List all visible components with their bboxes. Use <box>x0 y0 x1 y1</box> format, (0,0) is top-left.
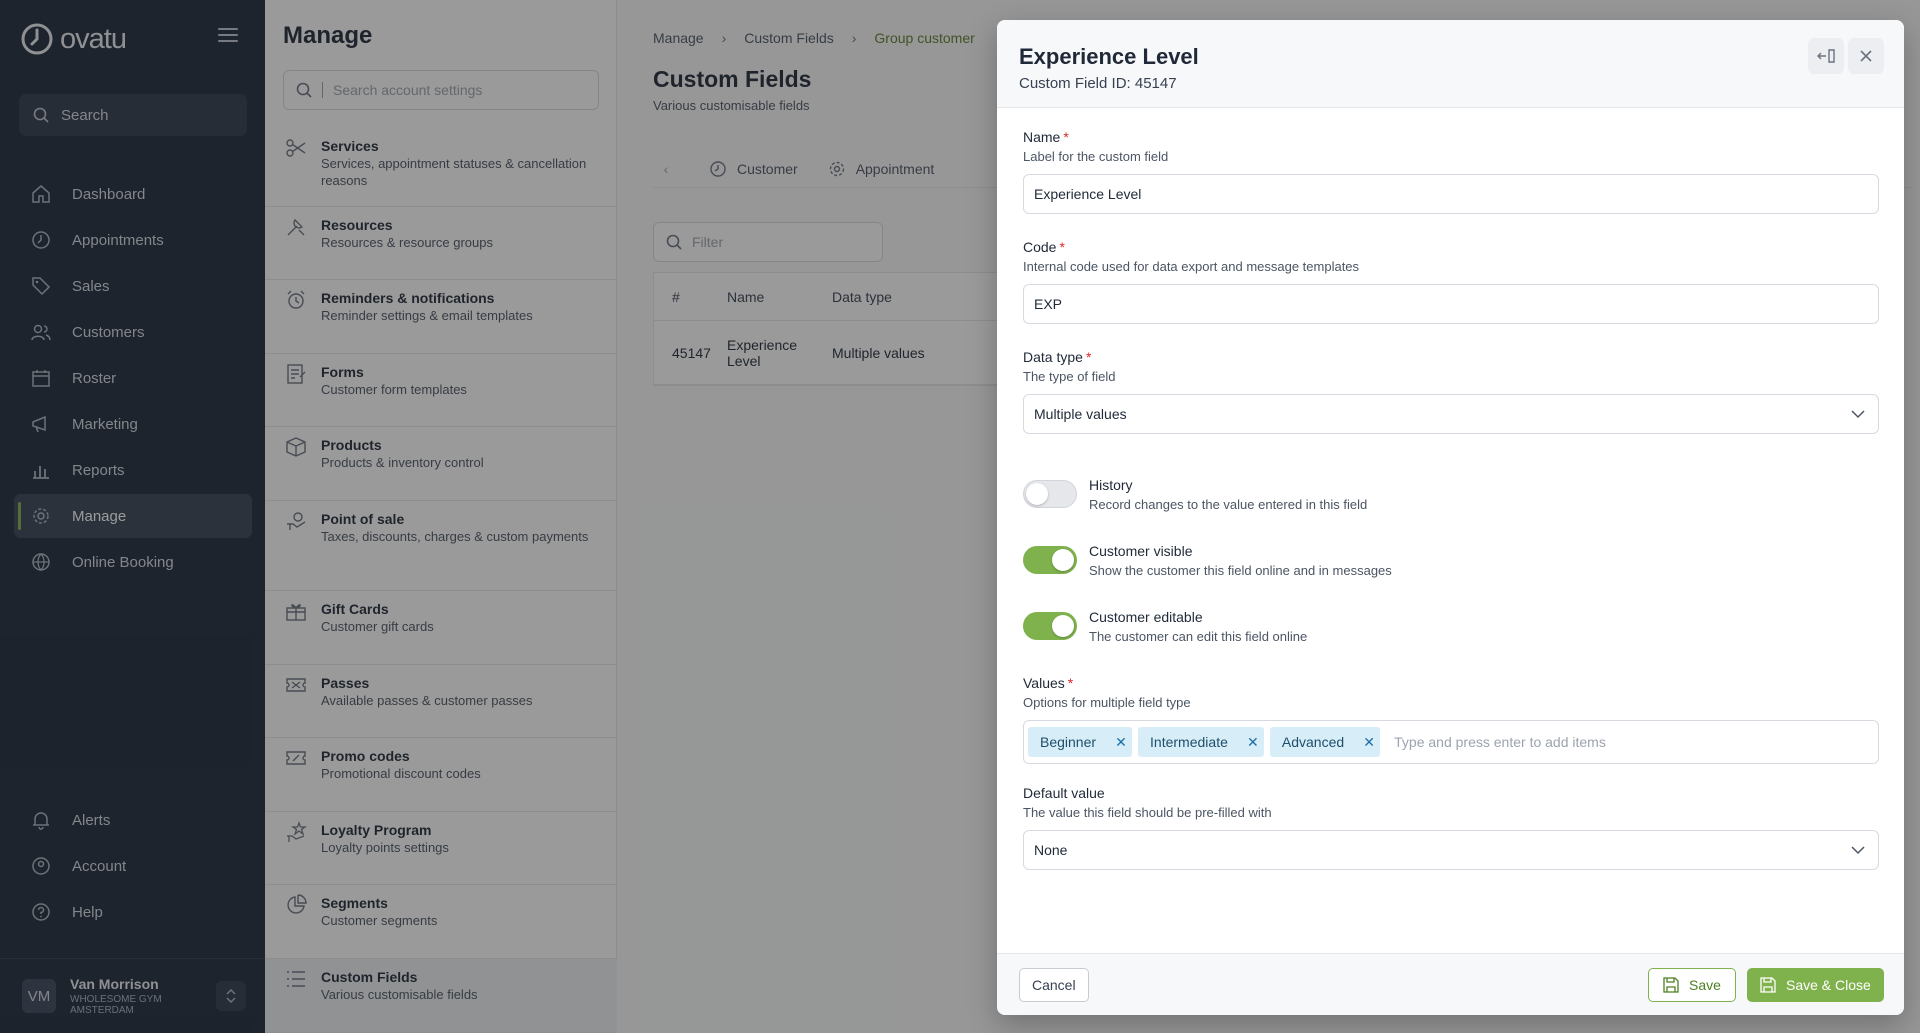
name-help: Label for the custom field <box>1023 149 1169 164</box>
default-section: Default value The value this field shoul… <box>1023 784 1879 870</box>
code-input[interactable]: EXP <box>1023 284 1879 324</box>
chevron-down-icon <box>1851 410 1865 419</box>
save-icon <box>1760 977 1776 993</box>
name-input[interactable]: Experience Level <box>1023 174 1879 214</box>
code-label: Code <box>1023 239 1057 255</box>
visible-label: Customer visible <box>1089 543 1193 559</box>
tag-item: Intermediate ✕ <box>1138 727 1264 757</box>
datatype-help: The type of field <box>1023 369 1116 384</box>
default-value-select[interactable]: None <box>1023 830 1879 870</box>
name-section: Name * Label for the custom field Experie… <box>1023 128 1879 214</box>
customer-editable-toggle[interactable] <box>1023 612 1077 640</box>
values-tag-input[interactable]: Beginner ✕ Intermediate ✕ Advanced ✕ Type a… <box>1023 720 1879 764</box>
datatype-select[interactable]: Multiple values <box>1023 394 1879 434</box>
values-section: Values * Options for multiple field type … <box>1023 674 1879 764</box>
editable-toggle-row: Customer editable The customer can edit … <box>1023 608 1879 648</box>
tag-entry-placeholder[interactable]: Type and press enter to add items <box>1394 734 1606 750</box>
chevron-down-icon <box>1851 846 1865 855</box>
datatype-value: Multiple values <box>1034 406 1127 422</box>
remove-tag-icon[interactable]: ✕ <box>1358 731 1380 753</box>
values-help: Options for multiple field type <box>1023 695 1191 710</box>
remove-tag-icon[interactable]: ✕ <box>1110 731 1132 753</box>
save-button[interactable]: Save <box>1648 968 1736 1002</box>
tag-item: Advanced ✕ <box>1269 727 1381 757</box>
save-icon <box>1663 977 1679 993</box>
required-marker: * <box>1059 239 1065 255</box>
dialog-title: Experience Level <box>1019 44 1199 69</box>
code-section: Code * Internal code used for data export… <box>1023 238 1879 324</box>
history-label: History <box>1089 477 1133 493</box>
customer-visible-toggle[interactable] <box>1023 546 1077 574</box>
visible-toggle-row: Customer visible Show the customer this … <box>1023 542 1879 582</box>
dock-panel-icon[interactable] <box>1808 38 1844 74</box>
default-value: None <box>1034 842 1068 858</box>
dialog-footer: Cancel Save Save & Close <box>997 953 1904 1015</box>
default-label: Default value <box>1023 785 1105 801</box>
history-toggle[interactable] <box>1023 480 1077 508</box>
save-and-close-button[interactable]: Save & Close <box>1747 968 1884 1002</box>
tag-item: Beginner ✕ <box>1028 727 1133 757</box>
visible-help: Show the customer this field online and … <box>1089 563 1392 578</box>
dialog-header: Experience Level Custom Field ID: 45147 <box>997 20 1904 108</box>
name-label: Name <box>1023 129 1061 145</box>
required-marker: * <box>1085 349 1092 365</box>
remove-tag-icon[interactable]: ✕ <box>1242 731 1264 753</box>
edit-custom-field-dialog: Experience Level Custom Field ID: 45147 … <box>997 20 1904 1015</box>
required-marker: * <box>1063 129 1069 145</box>
code-help: Internal code used for data export and m… <box>1023 259 1360 274</box>
close-icon[interactable] <box>1848 38 1884 74</box>
editable-label: Customer editable <box>1089 609 1203 625</box>
editable-help: The customer can edit this field online <box>1089 629 1308 644</box>
datatype-label: Data type <box>1023 349 1083 365</box>
required-marker: * <box>1067 675 1074 691</box>
default-help: The value this field should be pre-fille… <box>1023 805 1272 820</box>
dialog-subtitle: Custom Field ID: 45147 <box>1019 75 1177 92</box>
cancel-button[interactable]: Cancel <box>1019 968 1089 1002</box>
history-toggle-row: History Record changes to the value ente… <box>1023 476 1879 516</box>
datatype-section: Data type * The type of field Multiple va… <box>1023 348 1879 434</box>
history-help: Record changes to the value entered in t… <box>1089 497 1368 512</box>
values-label: Values <box>1023 675 1065 691</box>
